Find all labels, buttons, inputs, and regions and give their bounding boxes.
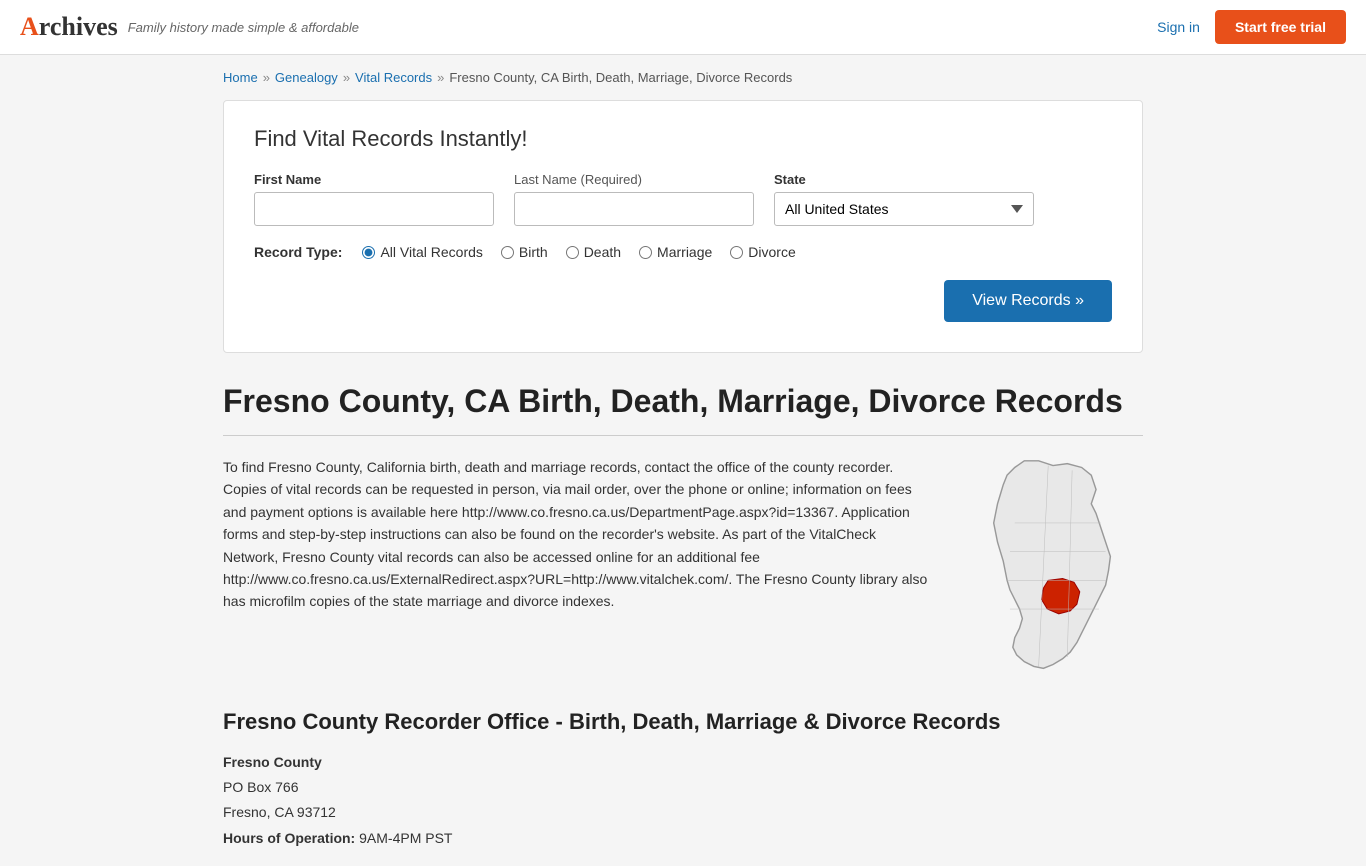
breadcrumb-sep-2: » — [343, 70, 350, 85]
hours-row: Hours of Operation: 9AM-4PM PST — [223, 826, 1143, 851]
breadcrumb-current: Fresno County, CA Birth, Death, Marriage… — [449, 70, 792, 85]
main-content: Home » Genealogy » Vital Records » Fresn… — [203, 55, 1163, 866]
record-type-all[interactable]: All Vital Records — [362, 244, 482, 260]
address-line1: PO Box 766 — [223, 775, 1143, 800]
header-right: Sign in Start free trial — [1157, 10, 1346, 44]
record-type-row: Record Type: All Vital Records Birth Dea… — [254, 244, 1112, 260]
breadcrumb-home[interactable]: Home — [223, 70, 258, 85]
last-name-input[interactable] — [514, 192, 754, 226]
record-type-birth[interactable]: Birth — [501, 244, 548, 260]
record-type-options: All Vital Records Birth Death Marriage D… — [362, 244, 795, 260]
description-text: To find Fresno County, California birth,… — [223, 456, 933, 613]
california-map — [963, 456, 1143, 679]
page-title: Fresno County, CA Birth, Death, Marriage… — [223, 383, 1143, 420]
record-type-marriage[interactable]: Marriage — [639, 244, 712, 260]
site-logo: Archives — [20, 12, 118, 42]
view-records-row: View Records » — [254, 280, 1112, 322]
content-text: To find Fresno County, California birth,… — [223, 456, 933, 679]
address-line2: Fresno, CA 93712 — [223, 800, 1143, 825]
recorder-info: Fresno County PO Box 766 Fresno, CA 9371… — [223, 750, 1143, 851]
content-area: To find Fresno County, California birth,… — [223, 456, 1143, 679]
start-trial-button[interactable]: Start free trial — [1215, 10, 1346, 44]
hours-value: 9AM-4PM PST — [359, 830, 452, 846]
county-name: Fresno County — [223, 750, 1143, 775]
search-fields: First Name Last Name (Required) State Al… — [254, 172, 1112, 226]
first-name-group: First Name — [254, 172, 494, 226]
last-name-label: Last Name (Required) — [514, 172, 754, 187]
state-group: State All United States Alabama Alaska A… — [774, 172, 1034, 226]
view-records-button[interactable]: View Records » — [944, 280, 1112, 322]
breadcrumb: Home » Genealogy » Vital Records » Fresn… — [223, 70, 1143, 85]
search-title: Find Vital Records Instantly! — [254, 126, 1112, 152]
last-name-group: Last Name (Required) — [514, 172, 754, 226]
recorder-section-title: Fresno County Recorder Office - Birth, D… — [223, 709, 1143, 735]
ca-map-svg — [963, 456, 1143, 676]
record-type-divorce[interactable]: Divorce — [730, 244, 795, 260]
sign-in-link[interactable]: Sign in — [1157, 19, 1200, 35]
search-box: Find Vital Records Instantly! First Name… — [223, 100, 1143, 353]
header-left: Archives Family history made simple & af… — [20, 12, 359, 42]
title-divider — [223, 435, 1143, 436]
state-label: State — [774, 172, 1034, 187]
first-name-input[interactable] — [254, 192, 494, 226]
record-type-death[interactable]: Death — [566, 244, 621, 260]
breadcrumb-vital-records[interactable]: Vital Records — [355, 70, 432, 85]
record-type-label: Record Type: — [254, 244, 342, 260]
site-header: Archives Family history made simple & af… — [0, 0, 1366, 55]
breadcrumb-sep-1: » — [263, 70, 270, 85]
first-name-label: First Name — [254, 172, 494, 187]
breadcrumb-genealogy[interactable]: Genealogy — [275, 70, 338, 85]
state-select[interactable]: All United States Alabama Alaska Arizona… — [774, 192, 1034, 226]
tagline: Family history made simple & affordable — [128, 20, 359, 35]
hours-label: Hours of Operation: — [223, 830, 355, 846]
breadcrumb-sep-3: » — [437, 70, 444, 85]
recorder-section: Fresno County Recorder Office - Birth, D… — [223, 709, 1143, 851]
